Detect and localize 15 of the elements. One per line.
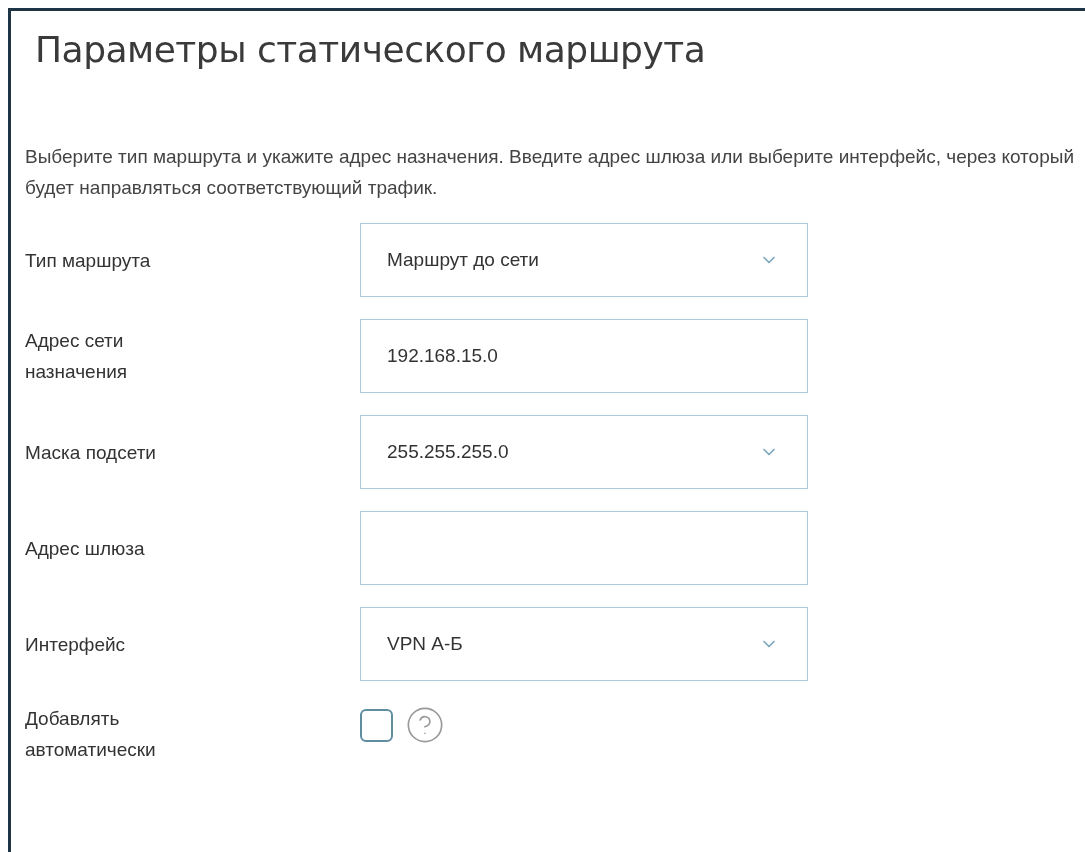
field-label: Адрес сети назначения [25, 329, 129, 384]
field-label: Добавлять автоматически [25, 707, 157, 762]
field-label: Адрес шлюза [25, 536, 146, 561]
help-icon[interactable] [405, 705, 445, 745]
field-label: Тип маршрута [25, 248, 152, 273]
field-label: Маска подсети [25, 440, 157, 465]
checkbox[interactable] [360, 708, 393, 742]
dropdown-field[interactable]: Маршрут до сети [360, 223, 808, 297]
page-title: Параметры статического маршрута [35, 28, 707, 72]
dropdown-field[interactable]: VPN А-Б [360, 607, 808, 681]
input-field[interactable]: 192.168.15.0 [360, 319, 808, 393]
field-label: Интерфейс [25, 632, 127, 657]
description-text: Выберите тип маршрута и укажите адрес назначения. Введите адрес шлюза или выберите интерфейс, через который будет направляться соответствующий трафик. [25, 145, 1075, 200]
dropdown-field[interactable]: 255.255.255.0 [360, 415, 808, 489]
input-field[interactable] [360, 511, 808, 585]
